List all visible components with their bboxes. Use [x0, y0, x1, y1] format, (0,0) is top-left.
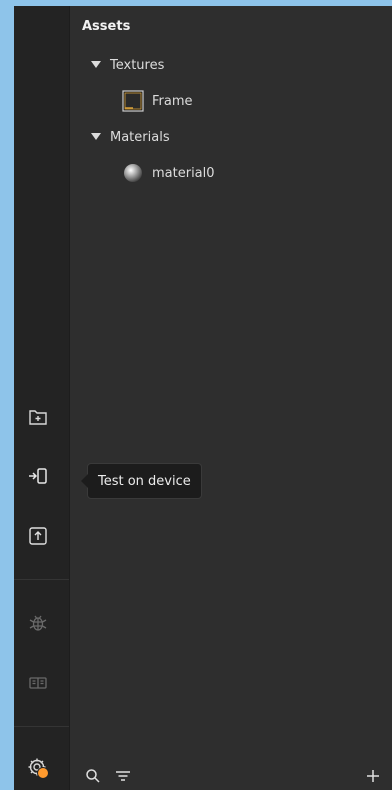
test-on-device-button[interactable] — [24, 464, 52, 492]
texture-thumbnail-icon — [122, 90, 144, 112]
panel-title: Assets — [82, 19, 131, 34]
assets-panel: Assets Textures Frame Materials material… — [70, 6, 392, 790]
upload-button[interactable] — [24, 524, 52, 552]
expand-caret-icon[interactable] — [88, 133, 104, 141]
rail-divider — [14, 579, 69, 580]
rail-divider — [14, 726, 69, 727]
tooltip: Test on device — [81, 463, 202, 499]
test-on-device-icon — [27, 465, 49, 491]
search-icon[interactable] — [82, 765, 104, 787]
new-folder-button[interactable] — [24, 404, 52, 432]
tree-item-label: material0 — [152, 165, 215, 181]
editor-window: Assets Textures Frame Materials material… — [14, 6, 392, 790]
settings-button[interactable] — [24, 754, 52, 782]
bug-icon — [27, 612, 49, 638]
tree-item-frame[interactable]: Frame — [122, 89, 193, 113]
toolbar-rail — [14, 6, 70, 790]
add-icon[interactable] — [362, 765, 384, 787]
new-folder-icon — [27, 405, 49, 431]
filter-icon[interactable] — [112, 765, 134, 787]
tree-item-material0[interactable]: material0 — [122, 161, 215, 185]
upload-icon — [27, 525, 49, 551]
tree-group-label: Textures — [110, 57, 165, 73]
tree-group-textures[interactable]: Textures — [88, 53, 164, 77]
tooltip-arrow — [81, 474, 88, 488]
tree-group-materials[interactable]: Materials — [88, 125, 170, 149]
tree-item-label: Frame — [152, 93, 193, 109]
panel-layout-button[interactable] — [24, 671, 52, 699]
panel-layout-icon — [27, 672, 49, 698]
debug-button[interactable] — [24, 611, 52, 639]
settings-gear-icon — [26, 756, 50, 780]
panel-bottom-bar — [70, 762, 392, 790]
tooltip-text: Test on device — [98, 473, 191, 489]
tree-group-label: Materials — [110, 129, 170, 145]
material-sphere-icon — [122, 162, 144, 184]
notification-badge — [37, 767, 49, 779]
expand-caret-icon[interactable] — [88, 61, 104, 69]
